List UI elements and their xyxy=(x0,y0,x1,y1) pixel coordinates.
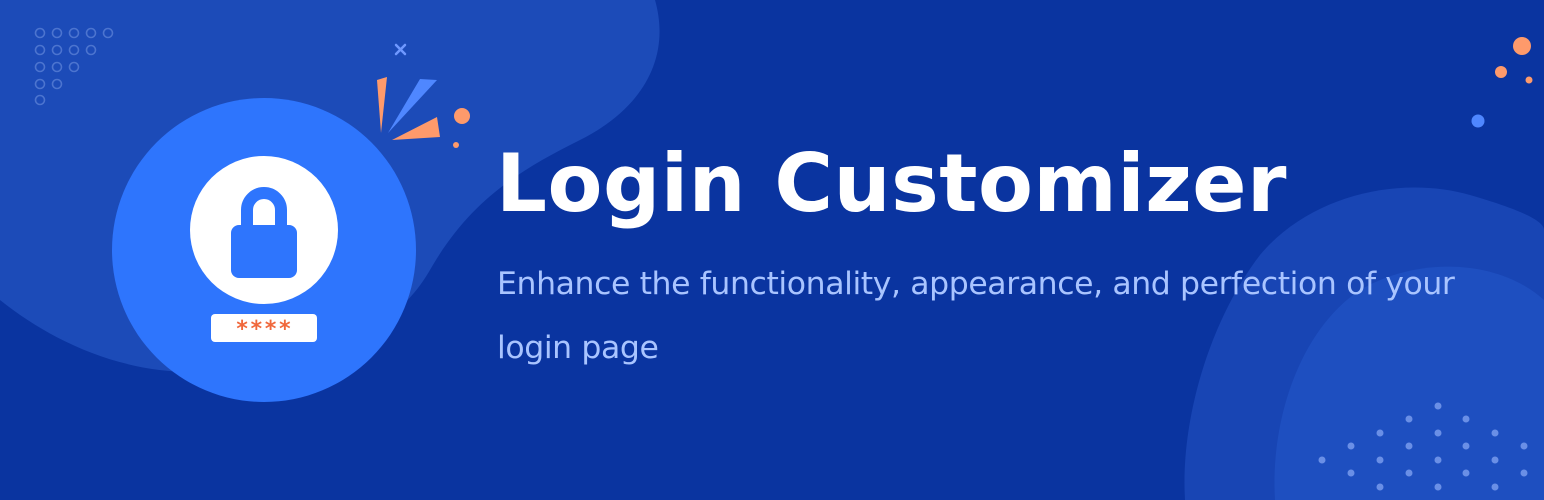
banner-background xyxy=(0,0,1544,500)
blue-dot xyxy=(1471,114,1485,128)
password-mask: **** xyxy=(235,317,293,342)
orange-dot-small xyxy=(1525,76,1533,84)
sparkle-dot-orange xyxy=(454,108,470,124)
orange-dot-large xyxy=(1513,37,1531,55)
plugin-banner: **** Login Customizer Enhance the functi… xyxy=(0,0,1544,500)
banner-title: Login Customizer xyxy=(496,137,1287,230)
orange-dot-medium xyxy=(1495,66,1507,78)
sparkle-dot-small xyxy=(453,142,459,148)
banner-subtitle: Enhance the functionality, appearance, a… xyxy=(497,266,1455,366)
